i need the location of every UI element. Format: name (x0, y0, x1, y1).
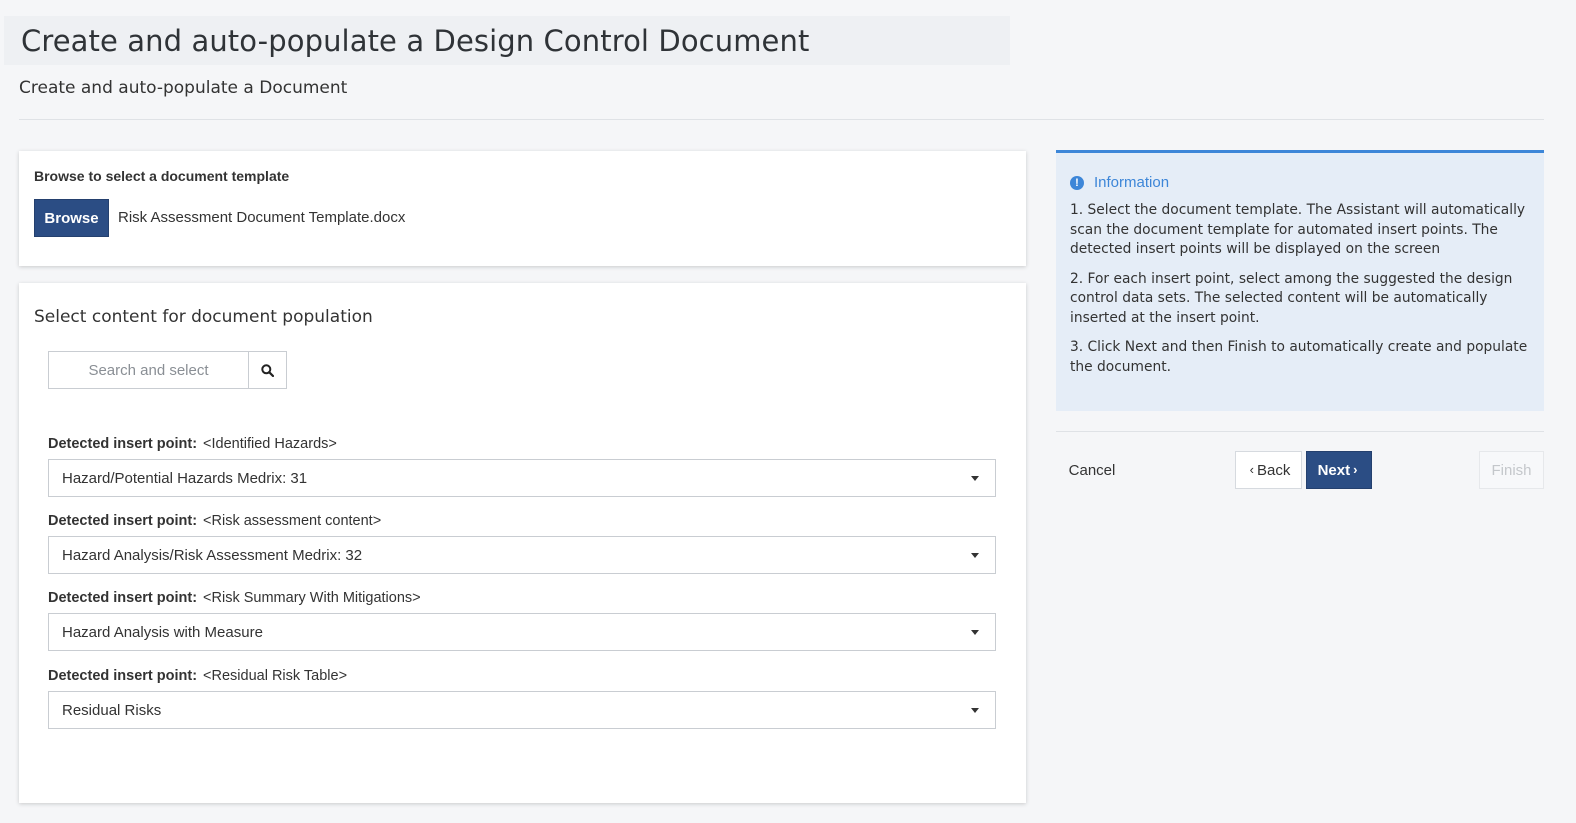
content-select[interactable]: Residual Risks (48, 691, 996, 729)
caret-down-icon (971, 475, 979, 481)
header-divider (19, 119, 1544, 120)
info-circle-icon: ! (1070, 175, 1084, 190)
content-card: Select content for document population D… (19, 283, 1026, 803)
search-group (48, 351, 287, 389)
back-button[interactable]: ‹ Back (1235, 451, 1302, 489)
template-file-name: Risk Assessment Document Template.docx (118, 209, 406, 226)
next-label: Next (1317, 461, 1351, 479)
chevron-right-icon: › (1353, 461, 1358, 477)
finish-button[interactable]: Finish (1479, 451, 1544, 489)
insert-point-label: Detected insert point: <Identified Hazard… (48, 435, 996, 453)
back-label: Back (1256, 461, 1291, 479)
cancel-label: Cancel (1068, 461, 1116, 479)
information-heading: ! Information (1070, 174, 1169, 191)
caret-down-icon (971, 552, 979, 558)
insert-point-tag: <Risk assessment content> (203, 513, 382, 529)
chevron-left-icon: ‹ (1249, 461, 1254, 477)
content-select-value: Hazard/Potential Hazards Medrix: 31 (62, 469, 308, 487)
insert-point-caption: Detected insert point: (48, 668, 198, 684)
insert-point-item: Detected insert point: <Residual Risk Tab… (48, 667, 996, 729)
information-panel: ! Information 1. Select the document tem… (1056, 150, 1544, 411)
page-title-bar: Create and auto-populate a Design Contro… (4, 16, 1010, 65)
content-select[interactable]: Hazard/Potential Hazards Medrix: 31 (48, 459, 996, 497)
insert-point-caption: Detected insert point: (48, 513, 198, 529)
content-select-value: Residual Risks (62, 701, 162, 719)
insert-point-tag: <Risk Summary With Mitigations> (203, 590, 421, 606)
template-card: Browse to select a document template Bro… (19, 151, 1026, 266)
search-input[interactable] (48, 351, 248, 389)
insert-point-item: Detected insert point: <Identified Hazard… (48, 435, 996, 497)
insert-point-item: Detected insert point: <Risk Summary With… (48, 589, 996, 651)
information-step: 1. Select the document template. The Ass… (1070, 202, 1526, 257)
information-step: 2. For each insert point, select among t… (1070, 270, 1513, 326)
content-select-value: Hazard Analysis/Risk Assessment Medrix: … (62, 546, 363, 564)
caret-down-icon (971, 629, 979, 635)
next-button[interactable]: Next › (1306, 451, 1372, 489)
insert-point-label: Detected insert point: <Residual Risk Tab… (48, 667, 996, 685)
template-label: Browse to select a document template (34, 168, 290, 184)
finish-label: Finish (1491, 461, 1532, 479)
insert-point-caption: Detected insert point: (48, 590, 198, 606)
content-select[interactable]: Hazard Analysis with Measure (48, 613, 996, 651)
insert-point-tag: <Residual Risk Table> (203, 668, 348, 684)
content-select-value: Hazard Analysis with Measure (62, 623, 263, 641)
insert-point-label: Detected insert point: <Risk assessment c… (48, 512, 996, 530)
search-button[interactable] (248, 351, 287, 389)
information-step: 3. Click Next and then Finish to automat… (1070, 339, 1528, 375)
search-icon (261, 363, 274, 377)
information-steps: 1. Select the document template. The Ass… (1070, 201, 1532, 387)
content-title: Select content for document population (34, 307, 373, 327)
insert-point-caption: Detected insert point: (48, 436, 198, 452)
browse-button[interactable]: Browse (34, 199, 109, 237)
insert-point-label: Detected insert point: <Risk Summary With… (48, 589, 996, 607)
page-subtitle: Create and auto-populate a Document (19, 78, 348, 98)
insert-point-item: Detected insert point: <Risk assessment c… (48, 512, 996, 574)
information-title: Information (1094, 174, 1170, 191)
cancel-button[interactable]: Cancel (1056, 451, 1128, 489)
content-select[interactable]: Hazard Analysis/Risk Assessment Medrix: … (48, 536, 996, 574)
insert-point-tag: <Identified Hazards> (203, 436, 337, 452)
wizard-divider (1056, 431, 1544, 432)
caret-down-icon (971, 707, 979, 713)
page-title: Create and auto-populate a Design Contro… (21, 23, 810, 58)
